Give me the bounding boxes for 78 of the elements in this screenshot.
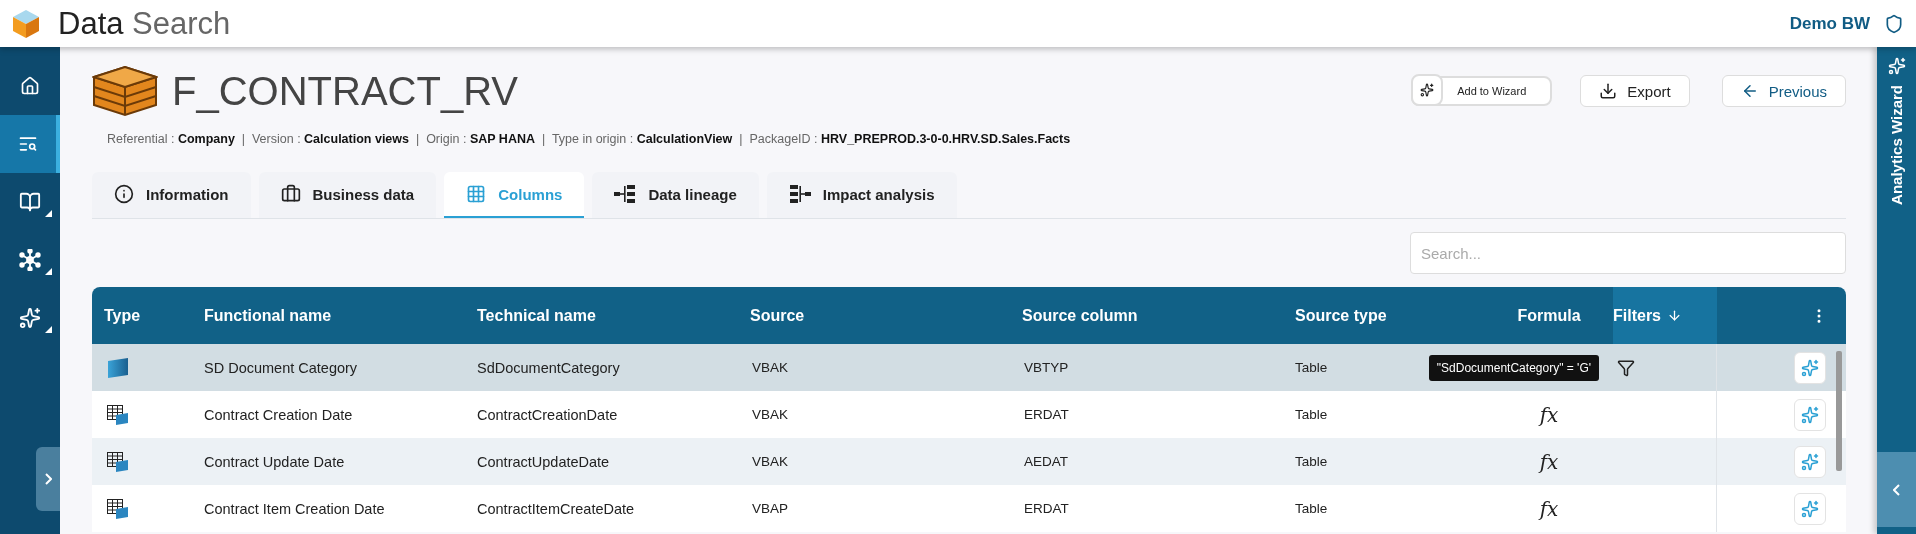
add-to-wizard-button[interactable]: Add to Wizard — [1411, 76, 1553, 106]
table-row[interactable]: SD Document Category SdDocumentCategory VBAK VBTYP Table "SdDocumentCategory" = 'G' — [92, 344, 1846, 391]
object-title: F_CONTRACT_RV — [172, 68, 519, 114]
column-header: Functional name — [204, 305, 333, 326]
grid-icon — [466, 184, 487, 204]
download-icon — [1599, 82, 1618, 100]
table-cell-text: ContractUpdateDate — [477, 452, 611, 472]
formula-label: fx — [1539, 449, 1559, 474]
hub-icon — [19, 249, 41, 271]
user-name[interactable]: Demo BW — [1789, 13, 1870, 34]
table-cell-text: VBTYP — [1023, 359, 1070, 377]
table-cell-text: ERDAT — [1023, 500, 1070, 518]
book-icon[interactable] — [19, 191, 41, 213]
table-cell-text: VBAK — [751, 359, 790, 377]
briefcase-icon — [280, 184, 301, 204]
sparkles-icon — [1420, 83, 1435, 97]
column-header: Type — [103, 305, 142, 326]
table-cell-text: SdDocumentCategory — [477, 358, 621, 378]
table-cell-text: ERDAT — [1023, 406, 1070, 424]
table-cell-text: Contract Creation Date — [204, 405, 354, 425]
sparkles-icon — [1801, 499, 1819, 518]
sparkles-icon[interactable] — [19, 307, 41, 329]
table-cell-text: Table — [1295, 453, 1329, 471]
sort-arrow-icon — [1667, 308, 1682, 323]
info-icon — [114, 184, 134, 204]
sparkles-icon — [1801, 358, 1819, 377]
scrollbar-thumb[interactable] — [1836, 351, 1842, 471]
search-icon[interactable] — [18, 134, 38, 154]
table-icon — [106, 403, 130, 426]
wizard-button[interactable] — [1794, 492, 1826, 525]
wizard-button[interactable] — [1794, 445, 1826, 478]
sparkles-icon — [1887, 57, 1906, 75]
table-cell-text: Contract Update Date — [204, 452, 346, 472]
sparkles-icon — [1801, 405, 1819, 424]
formula-label: fx — [1539, 496, 1559, 521]
table-row[interactable]: Contract Update Date ContractUpdateDate VBAK AEDAT Table fx — [92, 438, 1846, 485]
panel-title: Analytics Wizard — [1888, 85, 1905, 205]
table-cell-text: VBAK — [751, 406, 790, 424]
column-header: Formula — [1516, 305, 1582, 326]
wizard-button[interactable] — [1794, 351, 1826, 384]
table-cell-text: VBAK — [751, 453, 790, 471]
table-cell-text: ContractCreationDate — [477, 405, 619, 425]
column-header: Source column — [1022, 305, 1139, 326]
table-cell-text: Contract Item Creation Date — [204, 499, 386, 519]
column-header: Technical name — [477, 305, 597, 326]
tab[interactable]: Information — [92, 172, 251, 218]
sortable-column-header[interactable]: Filters — [1613, 287, 1717, 344]
chevron-left-icon — [1893, 483, 1900, 496]
previous-button[interactable]: Previous — [1721, 75, 1846, 107]
table-cell-text: Table — [1295, 500, 1329, 518]
tab[interactable]: Data lineage — [592, 172, 759, 218]
table-cell-text: SD Document Category — [204, 358, 359, 378]
sparkles-icon — [1801, 452, 1819, 471]
table-icon — [106, 450, 130, 473]
tab[interactable]: Business data — [258, 172, 437, 218]
export-button[interactable]: Export — [1580, 75, 1690, 107]
impact-tree-icon — [788, 184, 811, 204]
lineage-tree-icon — [614, 184, 637, 204]
shield-icon[interactable] — [1884, 13, 1904, 34]
home-icon[interactable] — [20, 76, 40, 96]
search-field[interactable]: Search... — [1410, 232, 1846, 274]
metadata-line: Referential : Company | Version : Calculation views | Origin : SAP HANA | Type in origin : CalculationView | PackageID : HRV_PREPROD.3-0-0.HRV.SD.Sales.Facts — [107, 132, 1072, 146]
cube-logo-icon — [12, 8, 40, 39]
wizard-button[interactable] — [1794, 398, 1826, 431]
layered-box-icon — [92, 65, 158, 117]
table-cell-text: VBAP — [751, 500, 790, 518]
tab[interactable]: Impact analysis — [766, 172, 957, 218]
tooltip: "SdDocumentCategory" = 'G' — [1428, 354, 1599, 381]
column-icon — [106, 356, 130, 379]
table-cell-text: ContractItemCreateDate — [477, 499, 636, 519]
chevron-right-icon — [44, 473, 52, 485]
column-header: Source type — [1295, 305, 1388, 326]
table-cell-text: AEDAT — [1023, 453, 1069, 471]
formula-label: fx — [1539, 402, 1559, 427]
table-icon — [106, 497, 130, 520]
column-header: Source — [750, 305, 806, 326]
app-title: Data Search — [58, 5, 232, 42]
table-cell-text: Table — [1295, 406, 1329, 424]
